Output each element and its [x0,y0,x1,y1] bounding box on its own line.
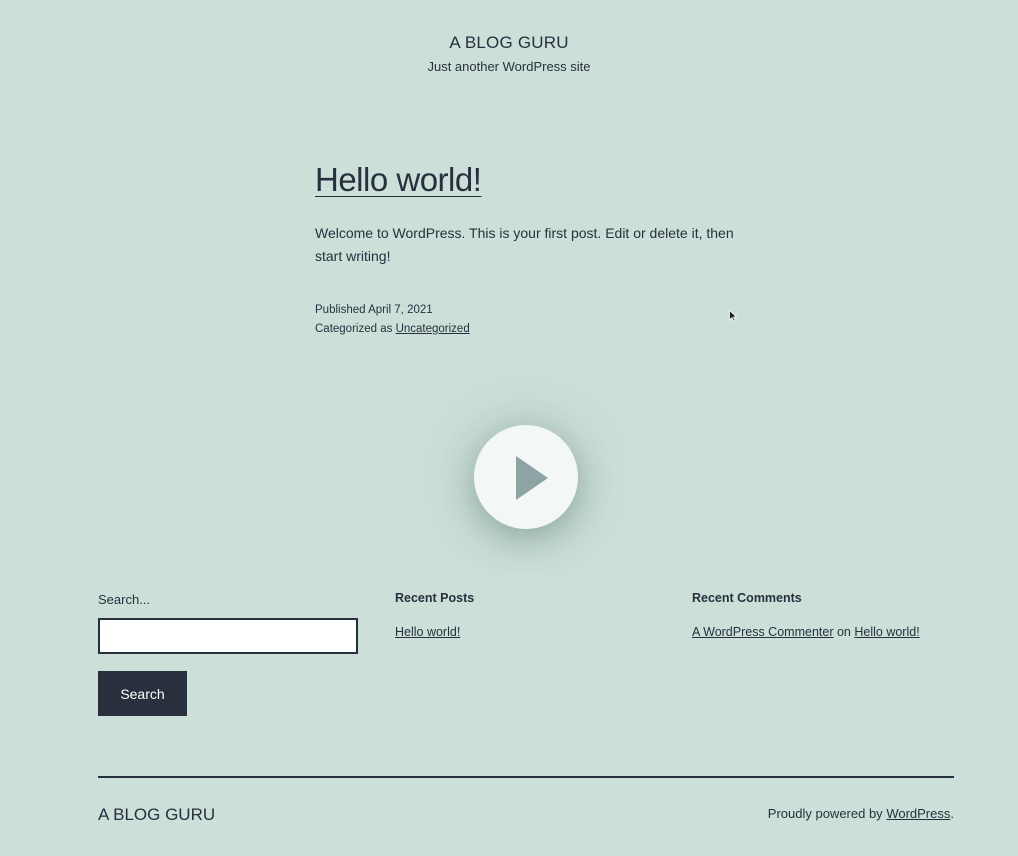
published-label: Published [315,304,366,316]
category-link[interactable]: Uncategorized [396,323,470,335]
powered-by: Proudly powered by WordPress. [768,806,954,822]
play-icon [516,456,548,500]
footer-divider [98,776,954,778]
recent-posts-heading: Recent Posts [395,591,475,605]
wordpress-link[interactable]: WordPress [886,806,950,821]
site-header: A BLOG GURU Just another WordPress site [0,33,1018,75]
comment-author-link[interactable]: A WordPress Commenter [692,625,833,639]
site-title[interactable]: A BLOG GURU [0,33,1018,53]
recent-comment-item: A WordPress Commenter on Hello world! [692,624,962,640]
powered-by-suffix: . [950,806,954,821]
recent-posts-list: Hello world! [395,624,655,640]
post-published: Published April 7, 2021 [315,301,735,320]
powered-by-prefix: Proudly powered by [767,806,883,821]
site-tagline: Just another WordPress site [427,59,591,74]
mouse-cursor-icon [729,310,737,322]
post-meta: Published April 7, 2021 Categorized as U… [315,301,735,339]
post-categories: Categorized as Uncategorized [315,320,735,339]
recent-posts-widget: Recent Posts Hello world! [395,590,655,640]
search-label: Search... [98,592,151,607]
footer-site-title[interactable]: A BLOG GURU [98,805,215,825]
categorized-label: Categorized as [315,323,393,335]
video-play-button[interactable] [474,425,578,529]
search-button[interactable]: Search [98,671,187,716]
search-widget: Search... Search [98,592,363,716]
post-body: Welcome to WordPress. This is your first… [315,225,734,264]
recent-comments-heading: Recent Comments [692,591,802,605]
post-title-link[interactable]: Hello world! [315,161,482,198]
comment-connector: on [836,625,851,639]
comment-post-link[interactable]: Hello world! [854,625,919,639]
recent-comments-widget: Recent Comments A WordPress Commenter on… [692,590,962,640]
search-input[interactable] [98,618,358,654]
post-title: Hello world! [315,160,482,200]
post: Hello world! Welcome to WordPress. This … [315,160,735,339]
published-date: April 7, 2021 [368,304,433,316]
recent-post-link[interactable]: Hello world! [395,625,460,639]
